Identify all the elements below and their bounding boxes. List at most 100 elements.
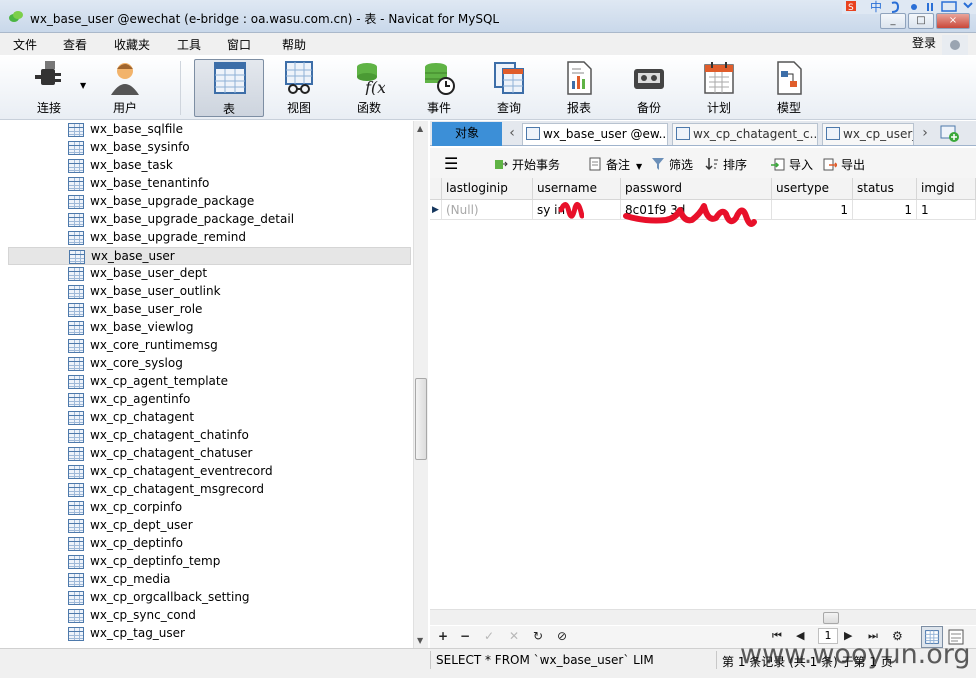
cell-status[interactable]: 1 — [853, 200, 917, 220]
scroll-up-icon[interactable]: ▲ — [417, 124, 423, 133]
function-icon: f(x) — [357, 63, 385, 95]
table-icon — [68, 609, 84, 623]
tab-wx-base-user[interactable]: wx_base_user @ew... — [522, 123, 668, 145]
backup-button[interactable]: 备份 — [614, 59, 684, 117]
model-button[interactable]: 模型 — [754, 59, 824, 117]
delete-record-icon[interactable]: − — [460, 629, 470, 643]
tree-item-label: wx_base_tenantinfo — [90, 176, 210, 190]
sort-button[interactable]: 排序 — [705, 156, 747, 173]
report-button[interactable]: 报表 — [544, 59, 614, 117]
menu-help[interactable]: 帮助 — [282, 36, 306, 53]
column-header-lastloginip[interactable]: lastloginip — [442, 178, 533, 200]
column-header-status[interactable]: status — [853, 178, 917, 200]
event-button[interactable]: 事件 — [404, 59, 474, 117]
schedule-button[interactable]: 计划 — [684, 59, 754, 117]
tree-item[interactable]: wx_cp_dept_user — [8, 517, 411, 535]
tab-scroll-right-icon[interactable]: › — [918, 124, 932, 142]
tab-wx-cp-chatagent[interactable]: wx_cp_chatagent_c... — [672, 123, 818, 145]
tree-item[interactable]: wx_cp_agentinfo — [8, 391, 411, 409]
tree-item[interactable]: wx_base_sysinfo — [8, 139, 411, 157]
memo-dropdown-icon[interactable]: ▼ — [636, 162, 642, 171]
tree-item[interactable]: wx_cp_agent_template — [8, 373, 411, 391]
tree-item[interactable]: wx_base_user_role — [8, 301, 411, 319]
discard-changes-icon[interactable]: ✕ — [509, 629, 519, 643]
menu-favorites[interactable]: 收藏夹 — [114, 36, 150, 53]
menu-window[interactable]: 窗口 — [227, 36, 251, 53]
column-header-imgid[interactable]: imgid — [917, 178, 976, 200]
tree-item[interactable]: wx_cp_media — [8, 571, 411, 589]
export-button[interactable]: 导出 — [823, 156, 865, 173]
filter-button[interactable]: 筛选 — [651, 156, 693, 173]
tree-item[interactable]: wx_base_tenantinfo — [8, 175, 411, 193]
minimize-button[interactable]: _ — [880, 13, 906, 29]
tab-objects[interactable]: 对象 — [432, 122, 502, 146]
column-header-usertype[interactable]: usertype — [772, 178, 853, 200]
grid-horizontal-scrollbar[interactable] — [430, 609, 976, 625]
tree-item-label: wx_core_runtimemsg — [90, 338, 218, 352]
tree-item[interactable]: wx_base_upgrade_remind — [8, 229, 411, 247]
hamburger-icon[interactable]: ☰ — [444, 154, 458, 173]
function-button[interactable]: f(x) 函数 — [334, 59, 404, 117]
tree-item[interactable]: wx_cp_corpinfo — [8, 499, 411, 517]
tree-item[interactable]: wx_cp_chatagent_msgrecord — [8, 481, 411, 499]
cell-usertype[interactable]: 1 — [772, 200, 853, 220]
tree-item[interactable]: wx_base_sqlfile — [8, 121, 411, 139]
memo-icon — [589, 157, 601, 171]
tree-item[interactable]: wx_core_syslog — [8, 355, 411, 373]
tree-item[interactable]: wx_base_upgrade_package_detail — [8, 211, 411, 229]
apply-changes-icon[interactable]: ✓ — [484, 629, 494, 643]
menu-view[interactable]: 查看 — [63, 36, 87, 53]
login-link[interactable]: 登录 — [912, 34, 936, 51]
table-icon — [68, 267, 84, 281]
tree-item[interactable]: wx_cp_chatagent_chatinfo — [8, 427, 411, 445]
tab-scroll-left-icon[interactable]: ‹ — [505, 124, 519, 142]
tree-item[interactable]: wx_base_upgrade_package — [8, 193, 411, 211]
menu-file[interactable]: 文件 — [13, 36, 37, 53]
add-record-icon[interactable]: + — [438, 629, 448, 643]
current-row-indicator[interactable]: ▶ — [430, 200, 442, 220]
watermark: www.wooyun.org — [740, 639, 971, 670]
begin-transaction-button[interactable]: 开始事务 — [494, 156, 560, 173]
tree-item[interactable]: wx_cp_deptinfo_temp — [8, 553, 411, 571]
horizontal-scroll-thumb[interactable] — [823, 612, 839, 624]
tree-item[interactable]: wx_base_task — [8, 157, 411, 175]
tree-item[interactable]: wx_cp_sync_cond — [8, 607, 411, 625]
menu-tools[interactable]: 工具 — [177, 36, 201, 53]
query-label: 查询 — [496, 101, 521, 115]
scroll-down-icon[interactable]: ▼ — [417, 636, 423, 645]
tree-item[interactable]: wx_base_user — [8, 247, 411, 265]
grid-toolbar: ☰ 开始事务 备注 ▼ 筛选 排序 导入 导出 — [430, 148, 976, 178]
stop-icon[interactable]: ⊘ — [557, 629, 567, 643]
scroll-thumb[interactable] — [415, 378, 427, 460]
tree-item[interactable]: wx_base_viewlog — [8, 319, 411, 337]
tree-item[interactable]: wx_cp_chatagent_eventrecord — [8, 463, 411, 481]
user-button[interactable]: 用户 — [90, 59, 160, 117]
table-button[interactable]: 表 — [194, 59, 264, 117]
tree-item-label: wx_base_user — [91, 249, 175, 263]
query-button[interactable]: 查询 — [474, 59, 544, 117]
cell-lastloginip[interactable]: (Null) — [442, 200, 533, 220]
tree-vertical-scrollbar[interactable]: ▲ ▼ — [413, 121, 428, 648]
import-button[interactable]: 导入 — [771, 156, 813, 173]
memo-button[interactable]: 备注 ▼ — [588, 156, 642, 173]
tree-item[interactable]: wx_cp_tag_user — [8, 625, 411, 643]
view-button[interactable]: 视图 — [264, 59, 334, 117]
cell-imgid[interactable]: 1 — [917, 200, 976, 220]
close-button[interactable]: × — [936, 13, 970, 29]
tree-item[interactable]: wx_base_user_dept — [8, 265, 411, 283]
new-tab-icon[interactable] — [940, 125, 960, 143]
tab-wx-cp-user[interactable]: wx_cp_user_... — [822, 123, 914, 145]
tree-item[interactable]: wx_core_runtimemsg — [8, 337, 411, 355]
connect-button[interactable]: 连接 — [14, 59, 84, 117]
tree-item-label: wx_core_syslog — [90, 356, 183, 370]
ime-toolbar[interactable]: S 中 — [842, 0, 976, 14]
tree-item[interactable]: wx_cp_chatagent_chatuser — [8, 445, 411, 463]
connect-dropdown-icon[interactable]: ▼ — [80, 81, 86, 90]
tree-item[interactable]: wx_base_user_outlink — [8, 283, 411, 301]
refresh-icon[interactable]: ↻ — [533, 629, 543, 643]
maximize-button[interactable]: □ — [908, 13, 934, 29]
tree-item[interactable]: wx_cp_deptinfo — [8, 535, 411, 553]
tree-item[interactable]: wx_cp_chatagent — [8, 409, 411, 427]
tree-item-label: wx_cp_media — [90, 572, 171, 586]
tree-item[interactable]: wx_cp_orgcallback_setting — [8, 589, 411, 607]
